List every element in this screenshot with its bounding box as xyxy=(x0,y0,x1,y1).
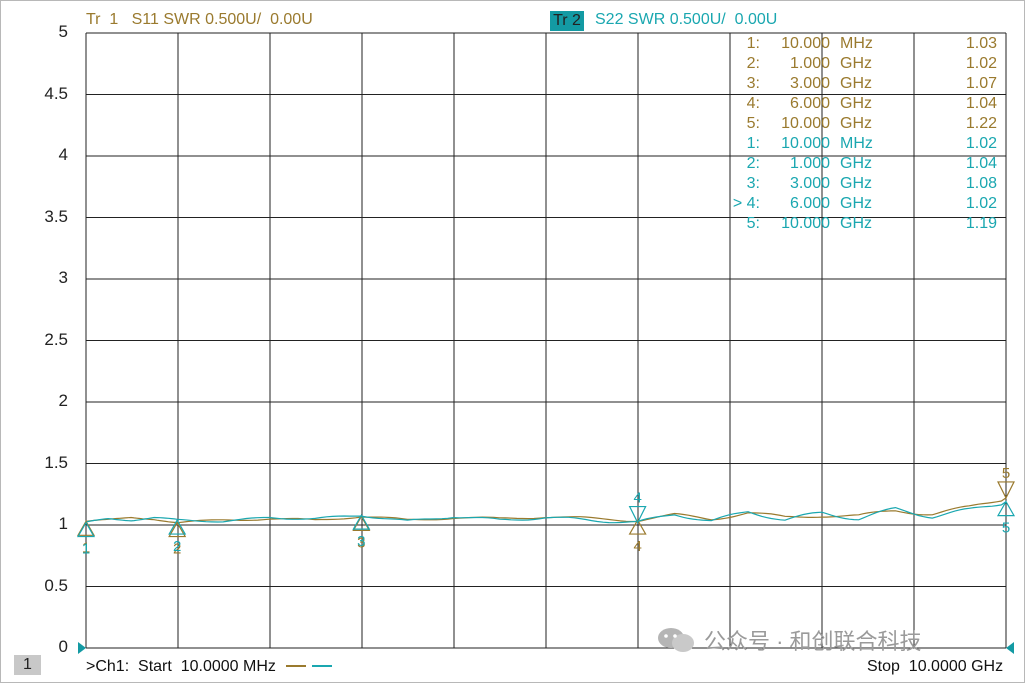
marker-index: 1: xyxy=(746,135,760,152)
marker-unit: GHz xyxy=(840,175,872,192)
marker-frequency: 10.000 xyxy=(781,215,830,232)
marker-index: 3: xyxy=(746,75,760,92)
marker-unit: GHz xyxy=(840,95,872,112)
marker-value: 1.03 xyxy=(965,35,997,52)
marker-unit: GHz xyxy=(840,75,872,92)
marker-point-label: 2 xyxy=(173,538,181,555)
watermark-text: 公众号 · 和创联合科技 xyxy=(704,629,922,654)
marker-triangle xyxy=(352,515,371,531)
marker-value: 1.02 xyxy=(965,135,997,152)
marker-point-label: 1 xyxy=(82,541,90,558)
marker-frequency: 1.000 xyxy=(789,155,830,172)
marker-value: 1.02 xyxy=(965,55,997,72)
marker-value: 1.04 xyxy=(965,155,997,172)
marker-unit: GHz xyxy=(840,55,872,72)
reference-left-marker xyxy=(78,642,86,654)
marker-index: 1: xyxy=(746,35,760,52)
marker-frequency: 10.000 xyxy=(781,135,830,152)
trace-legend-swatches xyxy=(286,665,332,667)
marker-index: > 4: xyxy=(732,195,760,212)
marker-index: 3: xyxy=(746,175,760,192)
marker-frequency: 6.000 xyxy=(789,195,830,212)
marker-unit: GHz xyxy=(840,195,872,212)
marker-unit: GHz xyxy=(840,215,872,232)
marker-unit: GHz xyxy=(840,115,872,132)
marker-value: 1.07 xyxy=(965,75,997,92)
start-frequency[interactable]: >Ch1: Start 10.0000 MHz xyxy=(86,658,276,676)
marker-point-label: 5 xyxy=(1002,520,1010,537)
marker-value: 1.02 xyxy=(965,195,997,212)
wechat-logo-icon xyxy=(658,628,694,652)
marker-frequency: 10.000 xyxy=(781,35,830,52)
watermark: 公众号 · 和创联合科技 xyxy=(656,624,922,656)
marker-frequency: 10.000 xyxy=(781,115,830,132)
marker-frequency: 3.000 xyxy=(789,75,830,92)
marker-frequency: 1.000 xyxy=(789,55,830,72)
marker-point-label: 3 xyxy=(357,533,365,550)
marker-frequency: 3.000 xyxy=(789,175,830,192)
marker-index: 5: xyxy=(746,215,760,232)
channel-number-button[interactable]: 1 xyxy=(14,655,41,675)
marker-value: 1.22 xyxy=(965,115,997,132)
marker-value: 1.19 xyxy=(965,215,997,232)
stop-frequency[interactable]: Stop 10.0000 GHz xyxy=(867,658,1003,676)
marker-value: 1.08 xyxy=(965,175,997,192)
marker-point-label: 4 xyxy=(633,490,641,507)
reference-right-marker xyxy=(1006,642,1014,654)
marker-unit: MHz xyxy=(840,35,873,52)
marker-index: 2: xyxy=(746,155,760,172)
marker-point-label: 4 xyxy=(633,538,641,555)
marker-unit: GHz xyxy=(840,155,872,172)
marker-value: 1.04 xyxy=(965,95,997,112)
marker-index: 4: xyxy=(746,95,760,112)
marker-index: 5: xyxy=(746,115,760,132)
marker-point-label: 5 xyxy=(1002,465,1010,482)
marker-index: 2: xyxy=(746,55,760,72)
marker-unit: MHz xyxy=(840,135,873,152)
marker-frequency: 6.000 xyxy=(789,95,830,112)
